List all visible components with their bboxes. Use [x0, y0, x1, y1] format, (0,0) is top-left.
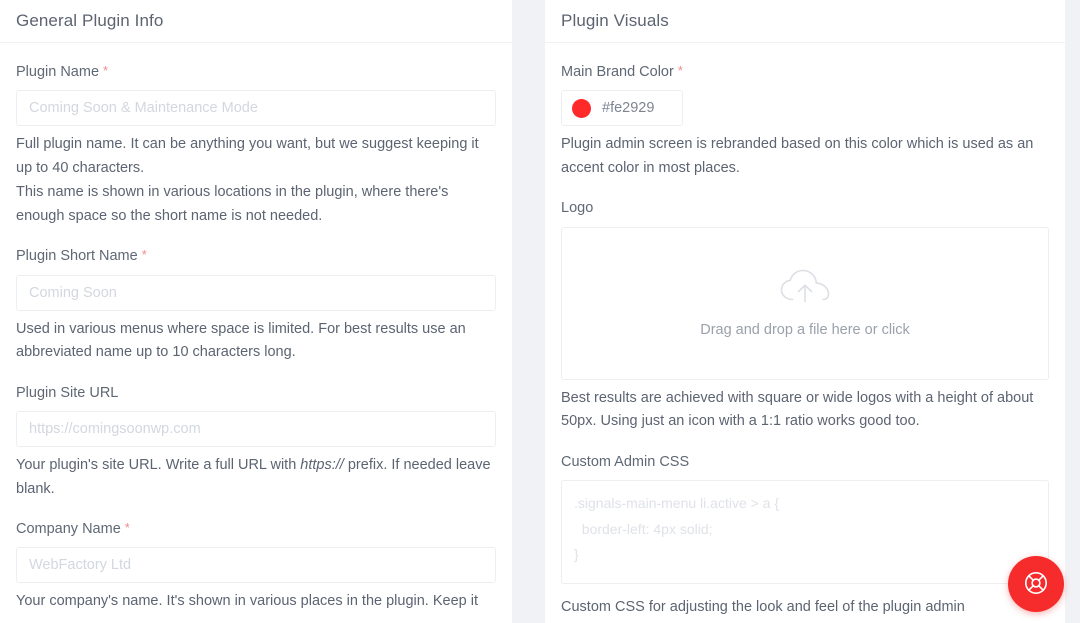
required-asterisk: *	[125, 520, 130, 535]
help-url-pre: Your plugin's site URL. Write a full URL…	[16, 457, 300, 473]
label-plugin-short-name: Plugin Short Name *	[16, 248, 496, 265]
company-name-input[interactable]	[16, 547, 496, 583]
required-asterisk: *	[678, 63, 683, 78]
brand-color-picker[interactable]: #fe2929	[561, 90, 683, 126]
label-plugin-site-url-text: Plugin Site URL	[16, 385, 118, 401]
label-plugin-name-text: Plugin Name	[16, 64, 99, 80]
page-title-visuals: Plugin Visuals	[561, 11, 669, 31]
plugin-short-name-input[interactable]	[16, 275, 496, 311]
label-logo: Logo	[561, 200, 1049, 217]
field-main-brand-color: Main Brand Color * #fe2929 Plugin admin s…	[561, 43, 1049, 180]
help-url-em: https://	[300, 457, 344, 473]
label-company-name-text: Company Name	[16, 521, 121, 537]
field-custom-admin-css: Custom Admin CSS Custom CSS for adjustin…	[561, 434, 1049, 620]
required-asterisk: *	[103, 63, 108, 78]
dropzone-label: Drag and drop a file here or click	[700, 322, 910, 338]
lifebuoy-icon	[1023, 570, 1049, 599]
general-panel-body: Plugin Name * Full plugin name. It can be…	[0, 43, 512, 614]
plugin-site-url-input[interactable]	[16, 411, 496, 447]
panel-header-visuals: Plugin Visuals	[545, 0, 1065, 43]
label-plugin-name: Plugin Name *	[16, 64, 496, 81]
label-logo-text: Logo	[561, 200, 593, 216]
general-plugin-info-panel: General Plugin Info Plugin Name * Full pl…	[0, 0, 512, 623]
help-logo: Best results are achieved with square or…	[561, 387, 1049, 434]
help-company-name: Your company's name. It's shown in vario…	[16, 590, 496, 613]
brand-color-value: #fe2929	[602, 100, 654, 116]
field-company-name: Company Name * Your company's name. It's …	[16, 501, 496, 614]
visuals-panel-body: Main Brand Color * #fe2929 Plugin admin s…	[545, 43, 1065, 620]
field-plugin-short-name: Plugin Short Name * Used in various menus…	[16, 228, 496, 364]
custom-admin-css-textarea[interactable]	[561, 480, 1049, 584]
logo-dropzone[interactable]: Drag and drop a file here or click	[561, 227, 1049, 380]
required-asterisk: *	[142, 247, 147, 262]
help-plugin-name-1: Full plugin name. It can be anything you…	[16, 133, 496, 180]
label-plugin-short-name-text: Plugin Short Name	[16, 248, 138, 264]
help-plugin-name-2: This name is shown in various locations …	[16, 181, 496, 228]
label-custom-admin-css: Custom Admin CSS	[561, 454, 1049, 471]
help-main-brand-color: Plugin admin screen is rebranded based o…	[561, 133, 1049, 180]
plugin-visuals-panel: Plugin Visuals Main Brand Color * #fe2929…	[545, 0, 1065, 623]
help-plugin-short-name: Used in various menus where space is lim…	[16, 318, 496, 365]
field-logo: Logo Drag and drop a file here or click …	[561, 180, 1049, 433]
label-main-brand-color-text: Main Brand Color	[561, 64, 674, 80]
label-main-brand-color: Main Brand Color *	[561, 64, 1049, 81]
label-plugin-site-url: Plugin Site URL	[16, 385, 496, 402]
label-custom-admin-css-text: Custom Admin CSS	[561, 454, 689, 470]
label-company-name: Company Name *	[16, 521, 496, 538]
color-swatch-icon	[572, 99, 591, 118]
plugin-name-input[interactable]	[16, 90, 496, 126]
field-plugin-name: Plugin Name * Full plugin name. It can be…	[16, 43, 496, 228]
help-plugin-site-url: Your plugin's site URL. Write a full URL…	[16, 454, 496, 501]
field-plugin-site-url: Plugin Site URL Your plugin's site URL. …	[16, 365, 496, 501]
cloud-upload-icon	[778, 268, 832, 308]
help-support-button[interactable]	[1008, 556, 1064, 612]
page-title-general: General Plugin Info	[16, 11, 163, 31]
panel-header-general: General Plugin Info	[0, 0, 512, 43]
help-custom-admin-css: Custom CSS for adjusting the look and fe…	[561, 596, 1049, 619]
page-root: Settings that General Plugin Info Plugin…	[0, 0, 1080, 623]
